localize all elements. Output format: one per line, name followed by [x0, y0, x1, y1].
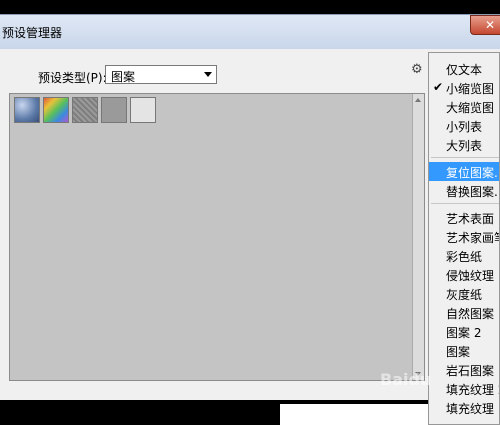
- preset-type-value: 图案: [111, 70, 136, 84]
- menu-item-patterns-2[interactable]: 图案 2: [429, 322, 499, 341]
- menu-divider: [431, 157, 499, 158]
- close-icon: ✕: [484, 18, 496, 32]
- menu-item-text-only[interactable]: 仅文本: [429, 59, 499, 78]
- window-title: 预设管理器: [2, 26, 63, 40]
- menu-item-reset-patterns[interactable]: 复位图案...: [429, 162, 499, 181]
- menu-item-replace-patterns[interactable]: 替换图案...: [429, 181, 499, 200]
- menu-item-texture-fill[interactable]: 填充纹理: [429, 398, 499, 417]
- scroll-up-icon[interactable]: [415, 98, 421, 102]
- preset-type-label: 预设类型(P):: [38, 71, 107, 85]
- menu-divider: [431, 203, 499, 204]
- menu-item-large-thumbnail[interactable]: 大缩览图: [429, 97, 499, 116]
- panel-options-menu: 仅文本 ✔ 小缩览图 大缩览图 小列表 大列表 复位图案... 替换图案... 艺…: [428, 52, 500, 425]
- thumbnail-bubbles[interactable]: [14, 97, 40, 123]
- chevron-down-icon: [204, 72, 212, 77]
- title-bar: 预设管理器 ✕: [0, 15, 500, 49]
- preset-thumbnails-panel[interactable]: [9, 93, 425, 381]
- preset-manager-window: 预设管理器 ✕ 预设类型(P): 图案 ⚙: [0, 14, 500, 401]
- menu-item-small-thumbnail[interactable]: ✔ 小缩览图: [429, 78, 499, 97]
- menu-item-color-paper[interactable]: 彩色纸: [429, 246, 499, 265]
- panel-scrollbar[interactable]: [412, 94, 424, 380]
- menu-item-grayscale-paper[interactable]: 灰度纸: [429, 284, 499, 303]
- menu-item-small-list[interactable]: 小列表: [429, 116, 499, 135]
- menu-item-texture-fill-2[interactable]: 填充纹理 2: [429, 379, 499, 398]
- thumbnail-tie-dye[interactable]: [43, 97, 69, 123]
- menu-item-large-list[interactable]: 大列表: [429, 135, 499, 154]
- menu-item-erodible-textures[interactable]: 侵蚀纹理: [429, 265, 499, 284]
- thumbnail-gray-flat[interactable]: [101, 97, 127, 123]
- menu-item-rock-patterns[interactable]: 岩石图案: [429, 360, 499, 379]
- thumbnail-gray-granite[interactable]: [72, 97, 98, 123]
- dialog-content: 预设类型(P): 图案 ⚙: [0, 49, 500, 401]
- gear-icon[interactable]: ⚙: [411, 62, 423, 77]
- menu-item-nature-patterns[interactable]: 自然图案: [429, 303, 499, 322]
- preset-type-select[interactable]: 图案: [105, 65, 217, 84]
- close-button[interactable]: ✕: [470, 15, 500, 35]
- screen-top-bar: [0, 0, 500, 14]
- menu-item-artist-surfaces[interactable]: 艺术表面: [429, 208, 499, 227]
- menu-item-artists-brushes[interactable]: 艺术家画笔: [429, 227, 499, 246]
- watermark: Baidu: [380, 370, 432, 389]
- thumbnail-white-paper[interactable]: [130, 97, 156, 123]
- menu-item-patterns[interactable]: 图案: [429, 341, 499, 360]
- checkmark-icon: ✔: [433, 80, 444, 94]
